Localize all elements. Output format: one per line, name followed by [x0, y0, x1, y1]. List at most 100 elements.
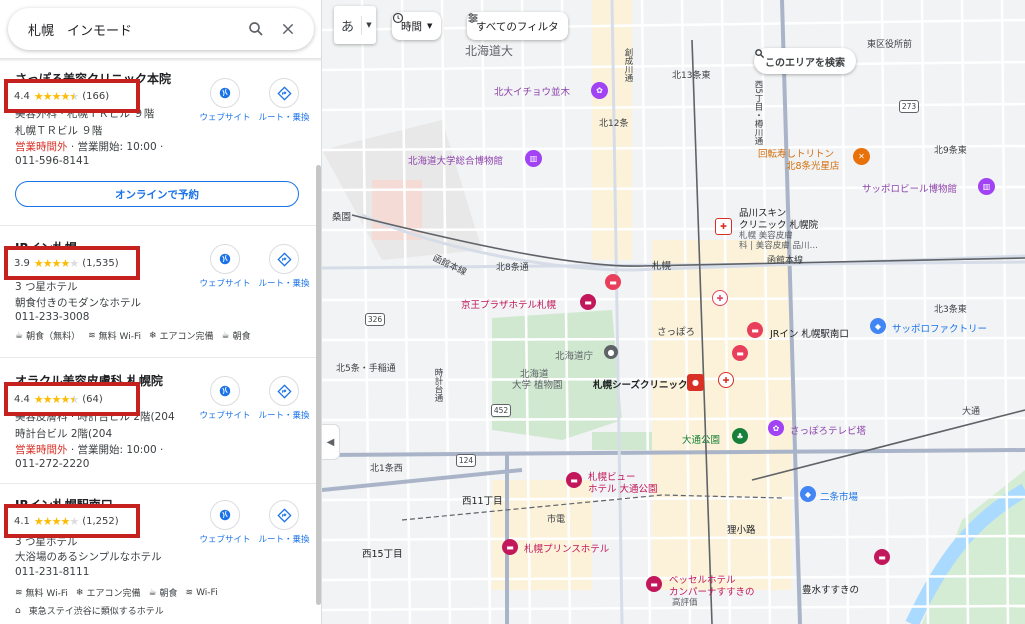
- map-label: 西15丁目: [362, 549, 403, 560]
- restaurant-pin[interactable]: ✕: [853, 148, 870, 165]
- result-phone: 011-231-8111: [15, 566, 90, 578]
- search-box: [8, 8, 314, 50]
- star-rating: ★★★★★★: [33, 89, 79, 103]
- museum-pin[interactable]: ▥: [978, 178, 995, 195]
- shopping-pin[interactable]: ◆: [870, 318, 886, 334]
- globe-icon: [219, 385, 231, 397]
- hotel-pin[interactable]: ▬: [566, 472, 582, 488]
- map-label[interactable]: 京王プラザホテル札幌: [461, 297, 556, 311]
- hotel-pin[interactable]: ▬: [732, 345, 748, 361]
- language-toggle[interactable]: あ ▼: [334, 6, 376, 44]
- map-label: 北12条: [599, 119, 629, 129]
- directions-button[interactable]: ルート・乗換: [252, 78, 316, 123]
- collapse-panel-button[interactable]: ◀: [322, 424, 340, 460]
- amenity: ≋ 無料 Wi-Fi: [15, 587, 68, 600]
- website-button[interactable]: ウェブサイト: [193, 244, 257, 289]
- map-label[interactable]: 二条市場: [820, 489, 858, 503]
- result-item[interactable]: JRイン札幌駅南口 3 つ星ホテル 大浴場のあるシンプルなホテル 011-231…: [0, 484, 316, 624]
- website-button[interactable]: ウェブサイト: [193, 500, 257, 545]
- amenity: ❄ エアコン完備: [148, 330, 214, 343]
- map-label[interactable]: 大通公園: [682, 432, 720, 446]
- amenity: ☕ 朝食（無料）: [15, 330, 81, 343]
- search-input[interactable]: [28, 21, 240, 37]
- time-filter-chip[interactable]: 時間 ▼: [392, 12, 442, 40]
- map-canvas[interactable]: あ ▼ 時間 ▼ すべてのフィルタ このエリアを検索 北海道大 北大イチョウ並木 …: [322, 0, 1025, 624]
- clinic-pin[interactable]: ✚: [715, 218, 732, 235]
- website-button[interactable]: ウェブサイト: [193, 376, 257, 421]
- map-label: 北3条東: [934, 305, 967, 315]
- star-rating: ★★★★★★: [33, 392, 79, 406]
- map-label: 大通: [962, 407, 981, 417]
- directions-icon: [276, 251, 292, 267]
- result-address: 時計台ビル 2階(204: [15, 428, 113, 440]
- map-label[interactable]: 北大イチョウ並木: [494, 84, 570, 98]
- snowflake-icon: ❄: [75, 587, 84, 598]
- clinic-pin[interactable]: ✚: [718, 372, 734, 388]
- map-label[interactable]: 北海道大学総合博物館: [408, 153, 503, 167]
- search-this-area-button[interactable]: このエリアを検索: [754, 48, 856, 74]
- results-scrollbar[interactable]: [316, 165, 321, 605]
- status-closed: 営業時間外: [15, 141, 68, 153]
- rating-highlight: 4.1 ★★★★★ (1,252): [4, 504, 140, 538]
- map-label[interactable]: JRイン 札幌駅南口: [770, 326, 849, 340]
- map-label[interactable]: 札幌プリンスホテル: [524, 541, 609, 555]
- map-label: 札幌: [652, 261, 672, 272]
- map-label: 北1条西: [370, 464, 403, 474]
- hotel-pin[interactable]: ▬: [502, 539, 518, 555]
- map-label[interactable]: さっぽろテレビ塔: [790, 423, 866, 437]
- hotel-pin[interactable]: ▬: [747, 322, 763, 338]
- status-open: · 営業開始: 10:00 ·: [67, 444, 164, 456]
- map-label[interactable]: 北8条光星店: [786, 158, 840, 172]
- similar-hotel-note: ⌂ 東急ステイ渋谷に類似するホテル: [15, 605, 164, 618]
- map-label[interactable]: サッポロファクトリー: [892, 321, 987, 335]
- result-item[interactable]: JRイン札幌 3 つ星ホテル 朝食付きのモダンなホテル 011-233-3008…: [0, 226, 316, 358]
- rating-highlight: 4.4 ★★★★★★ (64): [4, 382, 140, 416]
- result-phone: 011-596-8141: [15, 155, 90, 167]
- amenity: ❄ エアコン完備: [75, 587, 141, 600]
- hotel-pin[interactable]: ▬: [580, 294, 596, 310]
- hotel-pin[interactable]: ▬: [646, 576, 662, 592]
- globe-icon: [219, 87, 231, 99]
- directions-button[interactable]: ルート・乗換: [252, 376, 316, 421]
- directions-button[interactable]: ルート・乗換: [252, 244, 316, 289]
- map-label: 大学 植物園: [512, 380, 563, 391]
- shopping-pin[interactable]: ◆: [800, 486, 816, 502]
- result-item[interactable]: さっぽろ美容クリニック本院 美容外科 · 札幌ＴＲビル ９階 札幌ＴＲビル ９階…: [0, 62, 316, 226]
- map-label: 時計台通: [433, 368, 443, 402]
- chevron-left-icon: ◀: [326, 436, 335, 448]
- park-pin[interactable]: ♣: [732, 428, 748, 444]
- review-count: (64): [82, 393, 103, 405]
- map-label: 東区役所前: [867, 40, 913, 50]
- map-label[interactable]: サッポロビール博物館: [862, 181, 957, 195]
- map-label[interactable]: ホテル 大通公園: [588, 481, 658, 495]
- map-label: 創成川通: [623, 48, 633, 82]
- globe-icon: [219, 253, 231, 265]
- tag-icon: ⌂: [15, 605, 21, 616]
- directions-button[interactable]: ルート・乗換: [252, 500, 316, 545]
- wifi-icon: ≋: [15, 587, 23, 598]
- all-filters-chip[interactable]: すべてのフィルタ: [467, 12, 568, 40]
- rating-value: 4.4: [14, 90, 30, 102]
- reserve-online-button[interactable]: オンラインで予約: [15, 181, 299, 207]
- clear-search-button[interactable]: [272, 13, 304, 45]
- museum-pin[interactable]: ▥: [525, 150, 542, 167]
- website-button[interactable]: ウェブサイト: [193, 78, 257, 123]
- result-phone: 011-233-3008: [15, 311, 90, 323]
- search-button[interactable]: [240, 13, 272, 45]
- clinic-pin[interactable]: ✚: [712, 290, 728, 306]
- map-label: 北13条東: [672, 71, 711, 81]
- amenities-list: ☕ 朝食（無料） ≋ 無料 Wi-Fi ❄ エアコン完備 ☕ 朝食: [15, 329, 251, 343]
- map-label: 北5条・手稲通: [336, 364, 396, 374]
- review-count: (1,535): [82, 257, 119, 269]
- map-label: 北8条通: [496, 263, 529, 273]
- landmark-pin[interactable]: ●: [604, 345, 618, 359]
- attraction-pin[interactable]: ✿: [768, 420, 784, 436]
- result-address: 札幌ＴＲビル ９階: [15, 125, 103, 137]
- search-icon: [755, 49, 765, 59]
- selected-clinic-pin[interactable]: ●: [687, 374, 704, 391]
- hotel-pin[interactable]: ▬: [605, 274, 621, 290]
- result-item[interactable]: オラクル美容皮膚科 札幌院 美容皮膚科 · 時計台ビル 2階(204 時計台ビル…: [0, 358, 316, 484]
- hotel-pin[interactable]: ▬: [874, 549, 890, 565]
- attraction-pin[interactable]: ✿: [591, 82, 608, 99]
- map-label[interactable]: 札幌シーズクリニック: [593, 377, 688, 391]
